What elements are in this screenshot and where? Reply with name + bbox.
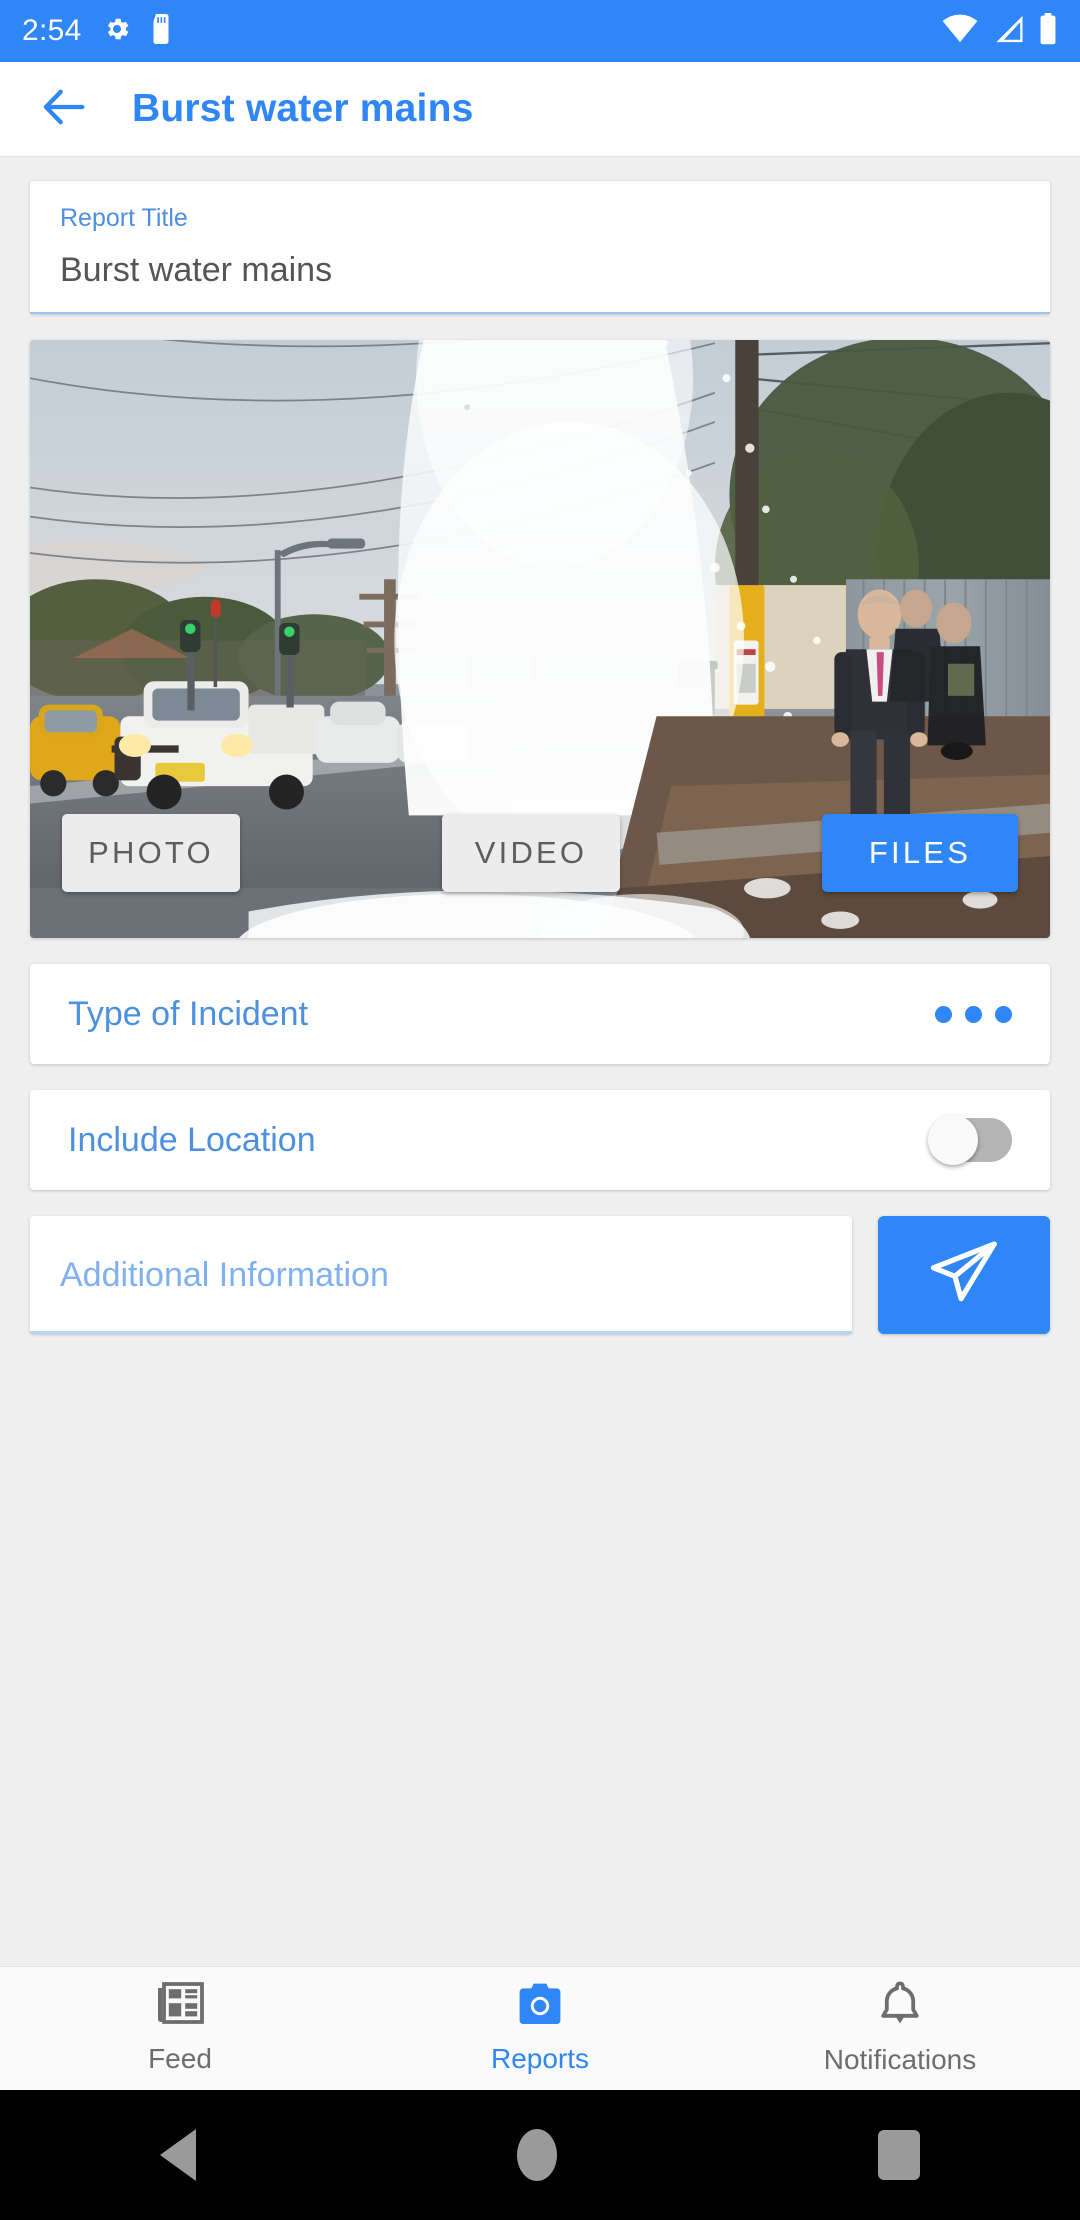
report-title-label: Report Title (60, 204, 188, 232)
cellular-signal-icon (992, 14, 1024, 49)
include-location-row[interactable]: Include Location (30, 1090, 1050, 1190)
additional-information-row: Additional Information (30, 1216, 1050, 1334)
back-button[interactable] (32, 76, 98, 142)
nav-label-notifications: Notifications (823, 2044, 977, 2075)
status-bar: 2:54 (0, 0, 1080, 62)
dot (965, 1005, 982, 1023)
video-button[interactable]: VIDEO (442, 814, 620, 892)
arrow-left-icon (39, 81, 91, 138)
nav-label-reports: Reports (490, 2043, 590, 2074)
recents-square-icon[interactable] (877, 2130, 920, 2180)
bell-icon (878, 1981, 922, 2032)
media-action-buttons: PHOTO VIDEO FILES (30, 814, 1050, 892)
page-title: Burst water mains (132, 87, 474, 130)
media-preview-card[interactable]: PHOTO VIDEO FILES (30, 340, 1050, 938)
status-bar-right-icons (942, 12, 1058, 50)
nav-label-feed: Feed (148, 2043, 212, 2074)
toggle-knob (928, 1115, 978, 1165)
photo-button[interactable]: PHOTO (62, 814, 240, 892)
send-report-button[interactable] (878, 1216, 1050, 1334)
additional-information-field[interactable]: Additional Information (30, 1216, 852, 1334)
status-bar-clock: 2:54 (22, 14, 82, 47)
wifi-icon (942, 14, 978, 49)
battery-icon (1038, 12, 1058, 50)
dot (995, 1005, 1012, 1023)
android-navigation-bar (0, 2090, 1080, 2220)
status-bar-left-icons (102, 13, 172, 49)
additional-information-underline (30, 1331, 852, 1334)
sd-card-icon (150, 13, 172, 49)
additional-information-placeholder: Additional Information (60, 1255, 389, 1294)
more-horizontal-dots-icon[interactable] (935, 1005, 1012, 1023)
bottom-navigation: Feed Reports Notifications (0, 1966, 1080, 2090)
nav-item-feed[interactable]: Feed (0, 1982, 360, 2075)
report-title-underline (30, 312, 1050, 314)
send-paper-plane-icon (925, 1234, 1003, 1317)
nav-item-notifications[interactable]: Notifications (720, 1981, 1080, 2076)
settings-gear-icon (102, 14, 132, 49)
home-circle-icon[interactable] (516, 2129, 557, 2181)
camera-icon (516, 1982, 564, 2031)
report-title-input[interactable]: Burst water mains (60, 233, 1020, 312)
files-button[interactable]: FILES (822, 814, 1018, 892)
app-bar: Burst water mains (0, 62, 1080, 157)
type-of-incident-row[interactable]: Type of Incident (30, 964, 1050, 1064)
newspaper-icon (156, 1982, 204, 2031)
nav-item-reports[interactable]: Reports (360, 1982, 720, 2075)
back-triangle-icon[interactable] (160, 2129, 197, 2181)
dot (935, 1005, 952, 1023)
include-location-toggle[interactable] (928, 1115, 1012, 1165)
phone-screen: 2:54 Burst water mains Report Title Burs… (0, 0, 1080, 2220)
type-of-incident-label: Type of Incident (68, 994, 309, 1033)
include-location-label: Include Location (68, 1120, 316, 1159)
report-title-card: Report Title Burst water mains (30, 181, 1050, 314)
main-content: Report Title Burst water mains PHOTO VID… (0, 157, 1080, 1966)
